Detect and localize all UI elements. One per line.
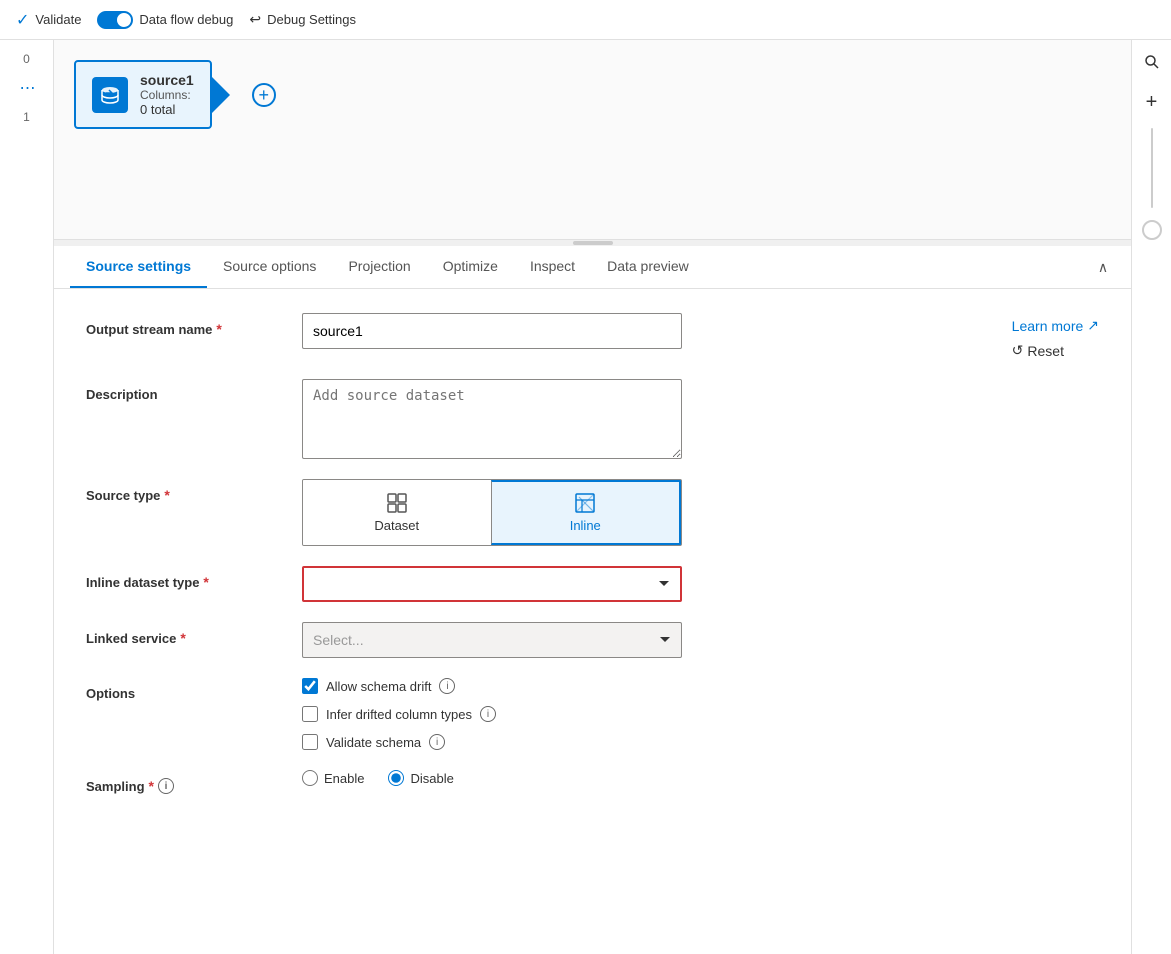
linked-service-dropdown: Select... [302, 622, 682, 658]
inline-dataset-type-dropdown [302, 566, 682, 602]
right-sidebar: + [1131, 40, 1171, 954]
description-control [302, 379, 1099, 459]
content-area: source1 Columns: 0 total + Source settin… [54, 40, 1131, 954]
source-type-label: Source type * [86, 479, 286, 503]
tab-inspect[interactable]: Inspect [514, 246, 591, 288]
inline-dataset-type-control [302, 566, 1099, 602]
search-icon[interactable] [1138, 48, 1166, 76]
required-star-linked: * [180, 630, 185, 646]
output-stream-name-row: Output stream name * Learn more ↗ ↺ Rese… [86, 313, 1099, 359]
node-count: 0 total [140, 102, 194, 117]
options-group: Allow schema drift i Infer drifted colum… [302, 678, 1099, 750]
node-db-icon [92, 77, 128, 113]
sampling-enable-option[interactable]: Enable [302, 770, 364, 786]
source-type-control: Dataset Inline [302, 479, 1099, 546]
linked-service-label: Linked service * [86, 622, 286, 646]
tab-source-options[interactable]: Source options [207, 246, 332, 288]
description-label: Description [86, 379, 286, 402]
learn-more-link[interactable]: Learn more ↗ [1012, 317, 1099, 334]
sampling-enable-radio[interactable] [302, 770, 318, 786]
tab-projection[interactable]: Projection [332, 246, 426, 288]
reset-button[interactable]: ↺ Reset [1012, 342, 1099, 359]
infer-drifted-checkbox[interactable] [302, 706, 318, 722]
dataset-grid-icon [386, 492, 408, 514]
validate-check-icon: ✓ [16, 10, 29, 30]
external-link-icon: ↗ [1087, 317, 1099, 334]
add-node-button[interactable]: + [252, 83, 276, 107]
plus-icon[interactable]: + [1138, 88, 1166, 116]
inline-dataset-type-label: Inline dataset type * [86, 566, 286, 590]
source-type-row: Source type * Dataset [86, 479, 1099, 546]
debug-settings-button[interactable]: ↩ Debug Settings [249, 11, 356, 28]
debug-toggle-switch[interactable] [97, 11, 133, 29]
form-actions-name: Learn more ↗ ↺ Reset [1012, 313, 1099, 359]
node-info: source1 Columns: 0 total [140, 72, 194, 117]
left-sidebar: 0 ⋯ 1 [0, 40, 54, 954]
linked-service-row: Linked service * Select... [86, 622, 1099, 658]
collapse-panel-button[interactable]: ∧ [1091, 255, 1115, 279]
inline-dataset-type-row: Inline dataset type * [86, 566, 1099, 602]
linked-service-select[interactable]: Select... [302, 622, 682, 658]
sampling-disable-option[interactable]: Disable [388, 770, 453, 786]
validate-label: Validate [35, 12, 81, 27]
validate-schema-checkbox[interactable] [302, 734, 318, 750]
options-control: Allow schema drift i Infer drifted colum… [302, 678, 1099, 750]
form-area: Output stream name * Learn more ↗ ↺ Rese… [54, 289, 1131, 954]
options-label: Options [86, 678, 286, 701]
debug-settings-icon: ↩ [249, 11, 261, 28]
output-stream-name-control [302, 313, 988, 349]
description-row: Description [86, 379, 1099, 459]
sidebar-num-0: 0 [0, 48, 53, 70]
inline-type-button[interactable]: Inline [491, 480, 682, 545]
inline-dataset-type-select[interactable] [302, 566, 682, 602]
main-container: 0 ⋯ 1 [0, 40, 1171, 954]
sidebar-num-1: 1 [0, 106, 53, 128]
source-node[interactable]: source1 Columns: 0 total [74, 60, 212, 129]
output-stream-name-input[interactable] [302, 313, 682, 349]
infer-drifted-info-icon[interactable]: i [480, 706, 496, 722]
sampling-radio-group: Enable Disable [302, 770, 1099, 786]
collapse-handle [573, 241, 613, 245]
tabs-bar: Source settings Source options Projectio… [54, 246, 1131, 289]
output-stream-name-label: Output stream name * [86, 313, 286, 337]
right-circle [1142, 220, 1162, 240]
sampling-info-icon[interactable]: i [158, 778, 174, 794]
validate-button[interactable]: ✓ Validate [16, 10, 81, 30]
right-divider [1151, 128, 1153, 208]
required-star-inline: * [203, 574, 208, 590]
options-row: Options Allow schema drift i Infer drift… [86, 678, 1099, 750]
required-star-name: * [216, 321, 221, 337]
dataflow-debug-toggle[interactable]: Data flow debug [97, 11, 233, 29]
dataset-type-button[interactable]: Dataset [303, 480, 491, 545]
linked-service-control: Select... [302, 622, 1099, 658]
allow-schema-drift-info-icon[interactable]: i [439, 678, 455, 694]
canvas-area: source1 Columns: 0 total + [54, 40, 1131, 240]
tab-optimize[interactable]: Optimize [427, 246, 514, 288]
node-columns-label: Columns: [140, 88, 194, 102]
inline-icon [574, 492, 596, 514]
validate-schema-row: Validate schema i [302, 734, 1099, 750]
sampling-row: Sampling * i Enable Disable [86, 770, 1099, 794]
tab-source-settings[interactable]: Source settings [70, 246, 207, 288]
tab-data-preview[interactable]: Data preview [591, 246, 705, 288]
top-bar: ✓ Validate Data flow debug ↩ Debug Setti… [0, 0, 1171, 40]
infer-drifted-row: Infer drifted column types i [302, 706, 1099, 722]
dataflow-debug-label: Data flow debug [139, 12, 233, 27]
source-type-buttons: Dataset Inline [302, 479, 682, 546]
allow-schema-drift-row: Allow schema drift i [302, 678, 1099, 694]
debug-settings-label: Debug Settings [267, 12, 356, 27]
validate-schema-info-icon[interactable]: i [429, 734, 445, 750]
node-title: source1 [140, 72, 194, 88]
required-star-sampling: * [149, 778, 154, 794]
allow-schema-drift-checkbox[interactable] [302, 678, 318, 694]
sampling-control: Enable Disable [302, 770, 1099, 786]
required-star-source-type: * [164, 487, 169, 503]
sampling-label: Sampling * i [86, 770, 286, 794]
sampling-disable-radio[interactable] [388, 770, 404, 786]
reset-icon: ↺ [1012, 342, 1024, 359]
description-textarea[interactable] [302, 379, 682, 459]
sidebar-dots: ⋯ [20, 78, 34, 98]
